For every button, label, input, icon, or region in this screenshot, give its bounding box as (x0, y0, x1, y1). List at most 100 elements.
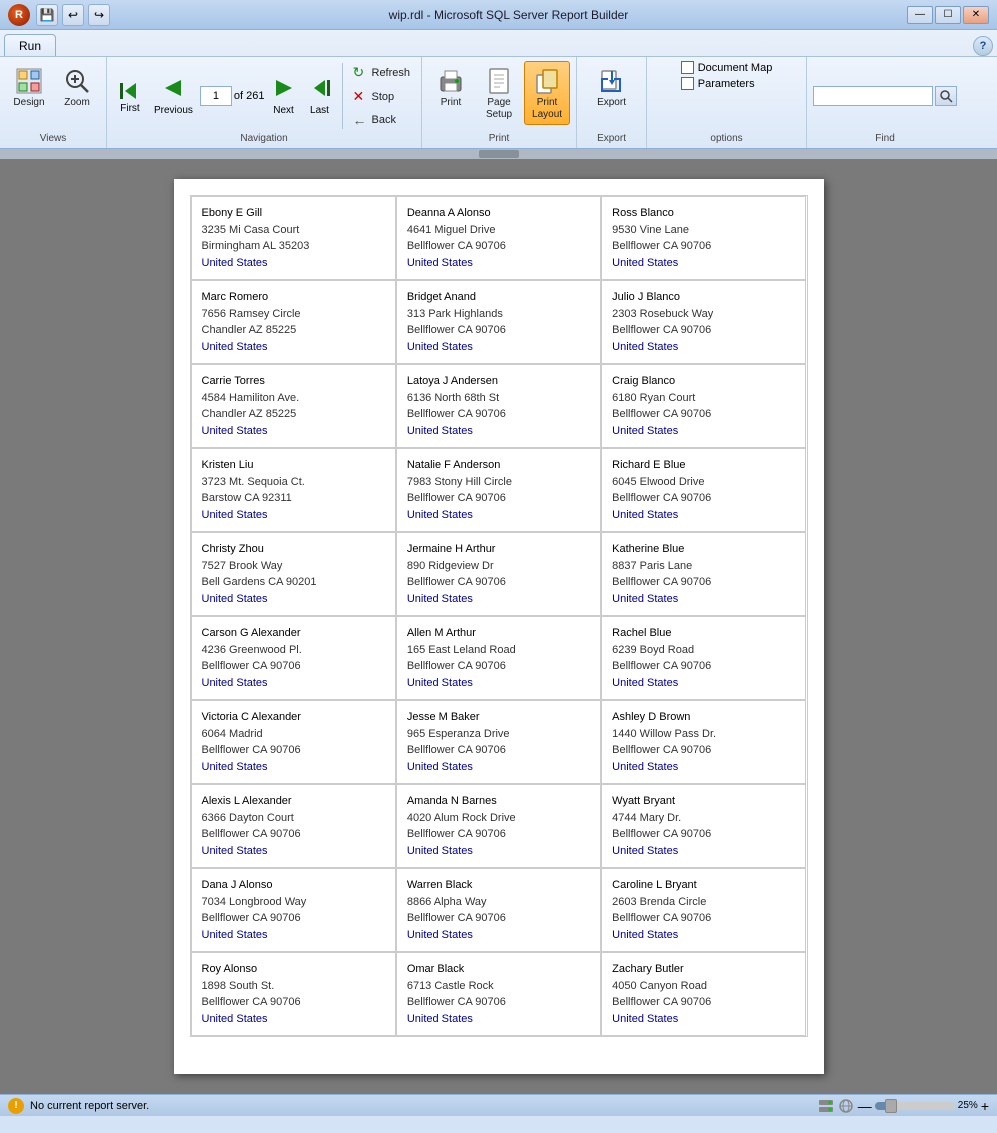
addr-name: Marc Romero (202, 289, 385, 306)
address-cell: Katherine Blue 8837 Paris Lane Bellflowe… (601, 532, 806, 616)
save-button[interactable]: 💾 (36, 4, 58, 26)
addr-street: 9530 Vine Lane (612, 222, 795, 239)
previous-button[interactable]: Previous (149, 73, 198, 119)
back-icon: ← (353, 112, 369, 128)
back-label: Back (372, 114, 396, 126)
addr-city: Bellflower CA 90706 (612, 238, 795, 255)
addr-name: Allen M Arthur (407, 625, 590, 642)
addr-street: 4050 Canyon Road (612, 978, 795, 995)
addr-city: Bellflower CA 90706 (407, 742, 590, 759)
status-right: — 25% + (818, 1098, 989, 1114)
last-icon (308, 76, 332, 105)
addr-street: 3723 Mt. Sequoia Ct. (202, 474, 385, 491)
separator (342, 63, 343, 129)
addr-city: Chandler AZ 85225 (202, 322, 385, 339)
page-setup-icon (483, 65, 515, 97)
window-controls: — ☐ ✕ (907, 6, 989, 24)
first-button[interactable]: First (113, 76, 147, 117)
address-cell: Jermaine H Arthur 890 Ridgeview Dr Bellf… (396, 532, 601, 616)
print-layout-button[interactable]: Print Layout (524, 61, 570, 125)
addr-street: 6136 North 68th St (407, 390, 590, 407)
addr-city: Bellflower CA 90706 (202, 826, 385, 843)
views-label: Views (40, 133, 67, 144)
zoom-button[interactable]: Zoom (54, 61, 100, 113)
zoom-controls: — 25% + (858, 1098, 989, 1114)
undo-button[interactable]: ↩ (62, 4, 84, 26)
next-button[interactable]: Next (267, 73, 301, 119)
addr-country: United States (407, 927, 590, 944)
redo-button[interactable]: ↪ (88, 4, 110, 26)
back-button[interactable]: ← Back (348, 109, 416, 131)
zoom-out-button[interactable]: — (858, 1098, 872, 1114)
print-button[interactable]: Print (428, 61, 474, 113)
addr-city: Bellflower CA 90706 (407, 658, 590, 675)
find-input[interactable] (813, 86, 933, 106)
addr-name: Zachary Butler (612, 961, 795, 978)
addr-street: 965 Esperanza Drive (407, 726, 590, 743)
close-button[interactable]: ✕ (963, 6, 989, 24)
document-map-row[interactable]: Document Map (681, 61, 773, 74)
address-cell: Zachary Butler 4050 Canyon Road Bellflow… (601, 952, 806, 1036)
minimize-button[interactable]: — (907, 6, 933, 24)
find-label: Find (875, 133, 894, 144)
help-button[interactable]: ? (973, 36, 993, 56)
document-map-checkbox[interactable] (681, 61, 694, 74)
print-group: Print Page Setup (422, 57, 577, 148)
addr-street: 8866 Alpha Way (407, 894, 590, 911)
last-button[interactable]: Last (303, 73, 337, 119)
addr-street: 313 Park Highlands (407, 306, 590, 323)
address-cell: Latoya J Andersen 6136 North 68th St Bel… (396, 364, 601, 448)
addr-name: Roy Alonso (202, 961, 385, 978)
zoom-in-button[interactable]: + (981, 1098, 989, 1114)
addr-city: Bellflower CA 90706 (612, 826, 795, 843)
scroll-bar-top[interactable] (0, 149, 997, 159)
address-cell: Alexis L Alexander 6366 Dayton Court Bel… (191, 784, 396, 868)
address-cell: Dana J Alonso 7034 Longbrood Way Bellflo… (191, 868, 396, 952)
addr-name: Rachel Blue (612, 625, 795, 642)
ribbon: Run ? Design (0, 30, 997, 149)
quick-access-toolbar: 💾 ↩ ↪ (36, 4, 110, 26)
zoom-handle[interactable] (885, 1099, 897, 1113)
parameters-checkbox[interactable] (681, 77, 694, 90)
zoom-label: Zoom (64, 97, 90, 109)
addr-name: Carrie Torres (202, 373, 385, 390)
addr-street: 7656 Ramsey Circle (202, 306, 385, 323)
stop-label: Stop (372, 91, 395, 103)
report-page: Ebony E Gill 3235 Mi Casa Court Birmingh… (174, 179, 824, 1074)
design-button[interactable]: Design (6, 61, 52, 113)
page-setup-button[interactable]: Page Setup (476, 61, 522, 125)
address-cell: Ebony E Gill 3235 Mi Casa Court Birmingh… (191, 196, 396, 280)
first-label: First (120, 103, 139, 114)
find-search-button[interactable] (935, 86, 957, 106)
addr-city: Bellflower CA 90706 (407, 406, 590, 423)
addr-city: Bellflower CA 90706 (202, 742, 385, 759)
addr-name: Craig Blanco (612, 373, 795, 390)
address-cell: Rachel Blue 6239 Boyd Road Bellflower CA… (601, 616, 806, 700)
maximize-button[interactable]: ☐ (935, 6, 961, 24)
addr-city: Bellflower CA 90706 (407, 910, 590, 927)
addr-name: Amanda N Barnes (407, 793, 590, 810)
tab-run[interactable]: Run (4, 34, 56, 56)
options-group: Document Map Parameters options (647, 57, 807, 148)
addr-country: United States (612, 591, 795, 608)
address-grid: Ebony E Gill 3235 Mi Casa Court Birmingh… (190, 195, 808, 1037)
addr-city: Birmingham AL 35203 (202, 238, 385, 255)
addr-country: United States (202, 1011, 385, 1028)
addr-country: United States (407, 255, 590, 272)
export-group: Export Export (577, 57, 647, 148)
page-input[interactable] (200, 86, 232, 106)
addr-street: 6045 Elwood Drive (612, 474, 795, 491)
zoom-slider[interactable] (875, 1102, 955, 1110)
refresh-button[interactable]: ↻ Refresh (348, 61, 416, 84)
parameters-row[interactable]: Parameters (681, 77, 755, 90)
addr-country: United States (202, 927, 385, 944)
options-label: options (710, 133, 742, 144)
addr-country: United States (612, 507, 795, 524)
addr-street: 4020 Alum Rock Drive (407, 810, 590, 827)
addr-street: 1898 South St. (202, 978, 385, 995)
stop-button[interactable]: ✕ Stop (348, 85, 416, 108)
export-button[interactable]: Export (589, 61, 635, 113)
find-group: Find (807, 57, 963, 148)
address-cell: Marc Romero 7656 Ramsey Circle Chandler … (191, 280, 396, 364)
addr-city: Bellflower CA 90706 (612, 658, 795, 675)
